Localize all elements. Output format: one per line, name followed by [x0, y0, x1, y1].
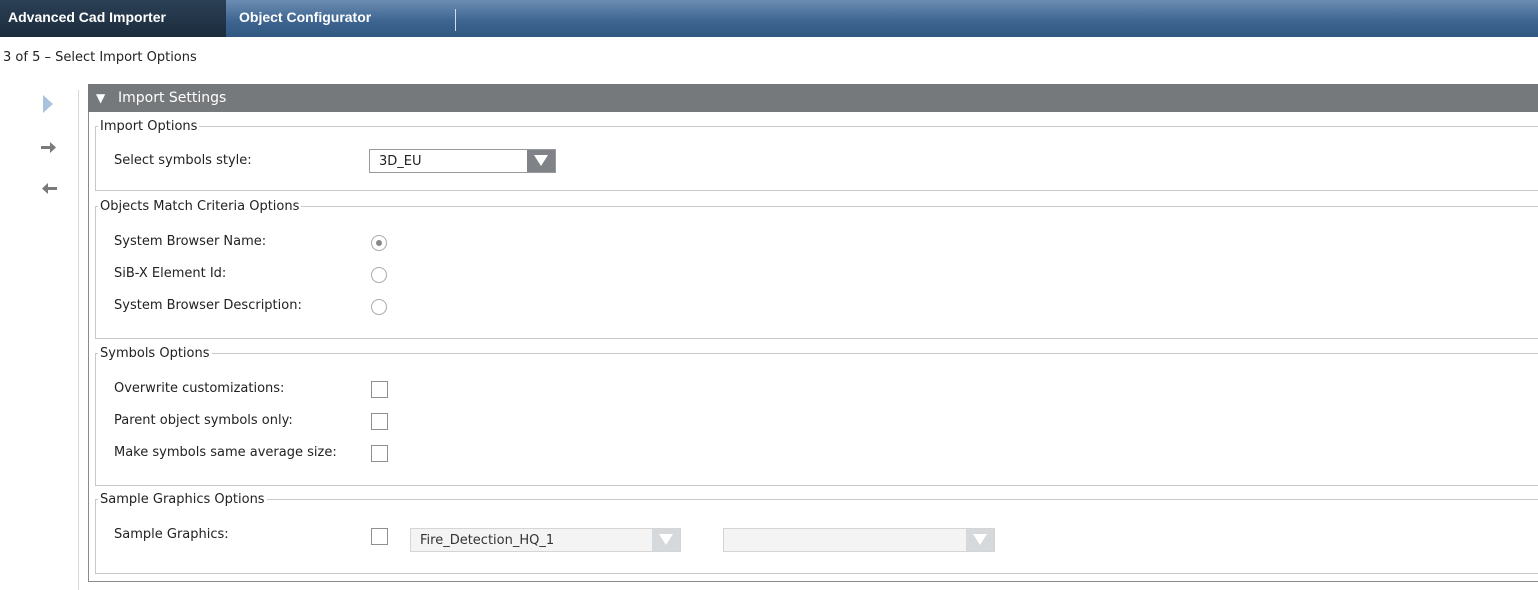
- tab-separator: [455, 9, 456, 31]
- radio-system-browser-name[interactable]: [371, 235, 387, 251]
- symbols-options-legend: Symbols Options: [100, 346, 210, 361]
- parent-object-symbols-checkbox[interactable]: [371, 413, 388, 430]
- match-option-label: System Browser Name:: [114, 234, 267, 249]
- import-options-legend: Import Options: [100, 119, 198, 134]
- play-triangle-icon[interactable]: [38, 94, 62, 114]
- tab-advanced-cad-importer[interactable]: Advanced Cad Importer: [0, 0, 226, 37]
- sample-graphic-value: Fire_Detection_HQ_1: [420, 533, 555, 548]
- sample-graphics-legend: Sample Graphics Options: [100, 492, 265, 507]
- sample-graphic-secondary-dropdown[interactable]: [723, 528, 995, 552]
- triangle-down-icon[interactable]: ▼: [96, 84, 114, 112]
- chevron-down-icon[interactable]: [527, 150, 555, 172]
- symbols-option-label: Overwrite customizations:: [114, 381, 285, 396]
- sample-graphic-dropdown[interactable]: Fire_Detection_HQ_1: [410, 528, 681, 552]
- overwrite-customizations-checkbox[interactable]: [371, 381, 388, 398]
- symbols-option-label: Make symbols same average size:: [114, 445, 337, 460]
- symbols-option-label: Parent object symbols only:: [114, 413, 293, 428]
- symbols-options-group: Symbols Options: [95, 346, 1538, 486]
- app-window: Advanced Cad Importer Object Configurato…: [0, 0, 1538, 590]
- panel-title: Import Settings: [118, 90, 227, 106]
- tab-object-configurator[interactable]: Object Configurator: [228, 0, 458, 37]
- arrow-right-icon[interactable]: [38, 138, 62, 158]
- radio-selected-dot: [376, 240, 382, 246]
- sample-graphics-label: Sample Graphics:: [114, 527, 229, 542]
- radio-system-browser-description[interactable]: [371, 299, 387, 315]
- arrow-left-icon[interactable]: [38, 179, 62, 199]
- chevron-down-icon[interactable]: [652, 529, 680, 551]
- wizard-step-title: 3 of 5 – Select Import Options: [3, 50, 197, 65]
- match-criteria-group: Objects Match Criteria Options: [95, 199, 1538, 339]
- same-average-size-checkbox[interactable]: [371, 445, 388, 462]
- symbols-style-value: 3D_EU: [379, 154, 422, 169]
- wizard-nav-rail: [30, 88, 80, 590]
- chevron-down-icon[interactable]: [966, 529, 994, 551]
- match-option-label: SiB-X Element Id:: [114, 266, 227, 281]
- sample-graphics-checkbox[interactable]: [371, 528, 388, 545]
- radio-sibx-element-id[interactable]: [371, 267, 387, 283]
- symbols-style-label: Select symbols style:: [114, 153, 252, 168]
- tab-bar: Advanced Cad Importer Object Configurato…: [0, 0, 1538, 37]
- match-criteria-legend: Objects Match Criteria Options: [100, 199, 300, 214]
- symbols-style-dropdown[interactable]: 3D_EU: [369, 149, 556, 173]
- match-option-label: System Browser Description:: [114, 298, 302, 313]
- import-options-group: Import Options: [95, 119, 1538, 191]
- import-settings-header[interactable]: ▼ Import Settings: [88, 84, 1538, 112]
